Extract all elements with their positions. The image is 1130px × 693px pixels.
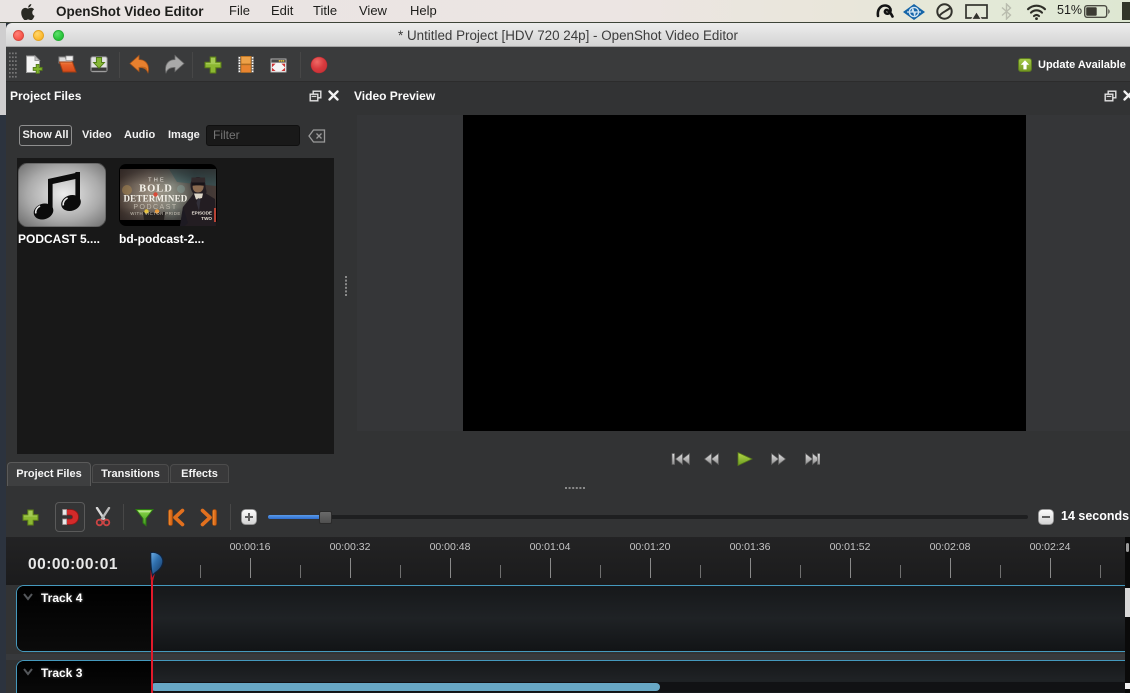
svg-text:PODCAST: PODCAST — [133, 204, 177, 211]
svg-text:WITH VICTOR PRIDE: WITH VICTOR PRIDE — [130, 211, 180, 216]
svg-text:TWO: TWO — [201, 216, 212, 221]
svg-text:EPISODE: EPISODE — [192, 211, 212, 216]
